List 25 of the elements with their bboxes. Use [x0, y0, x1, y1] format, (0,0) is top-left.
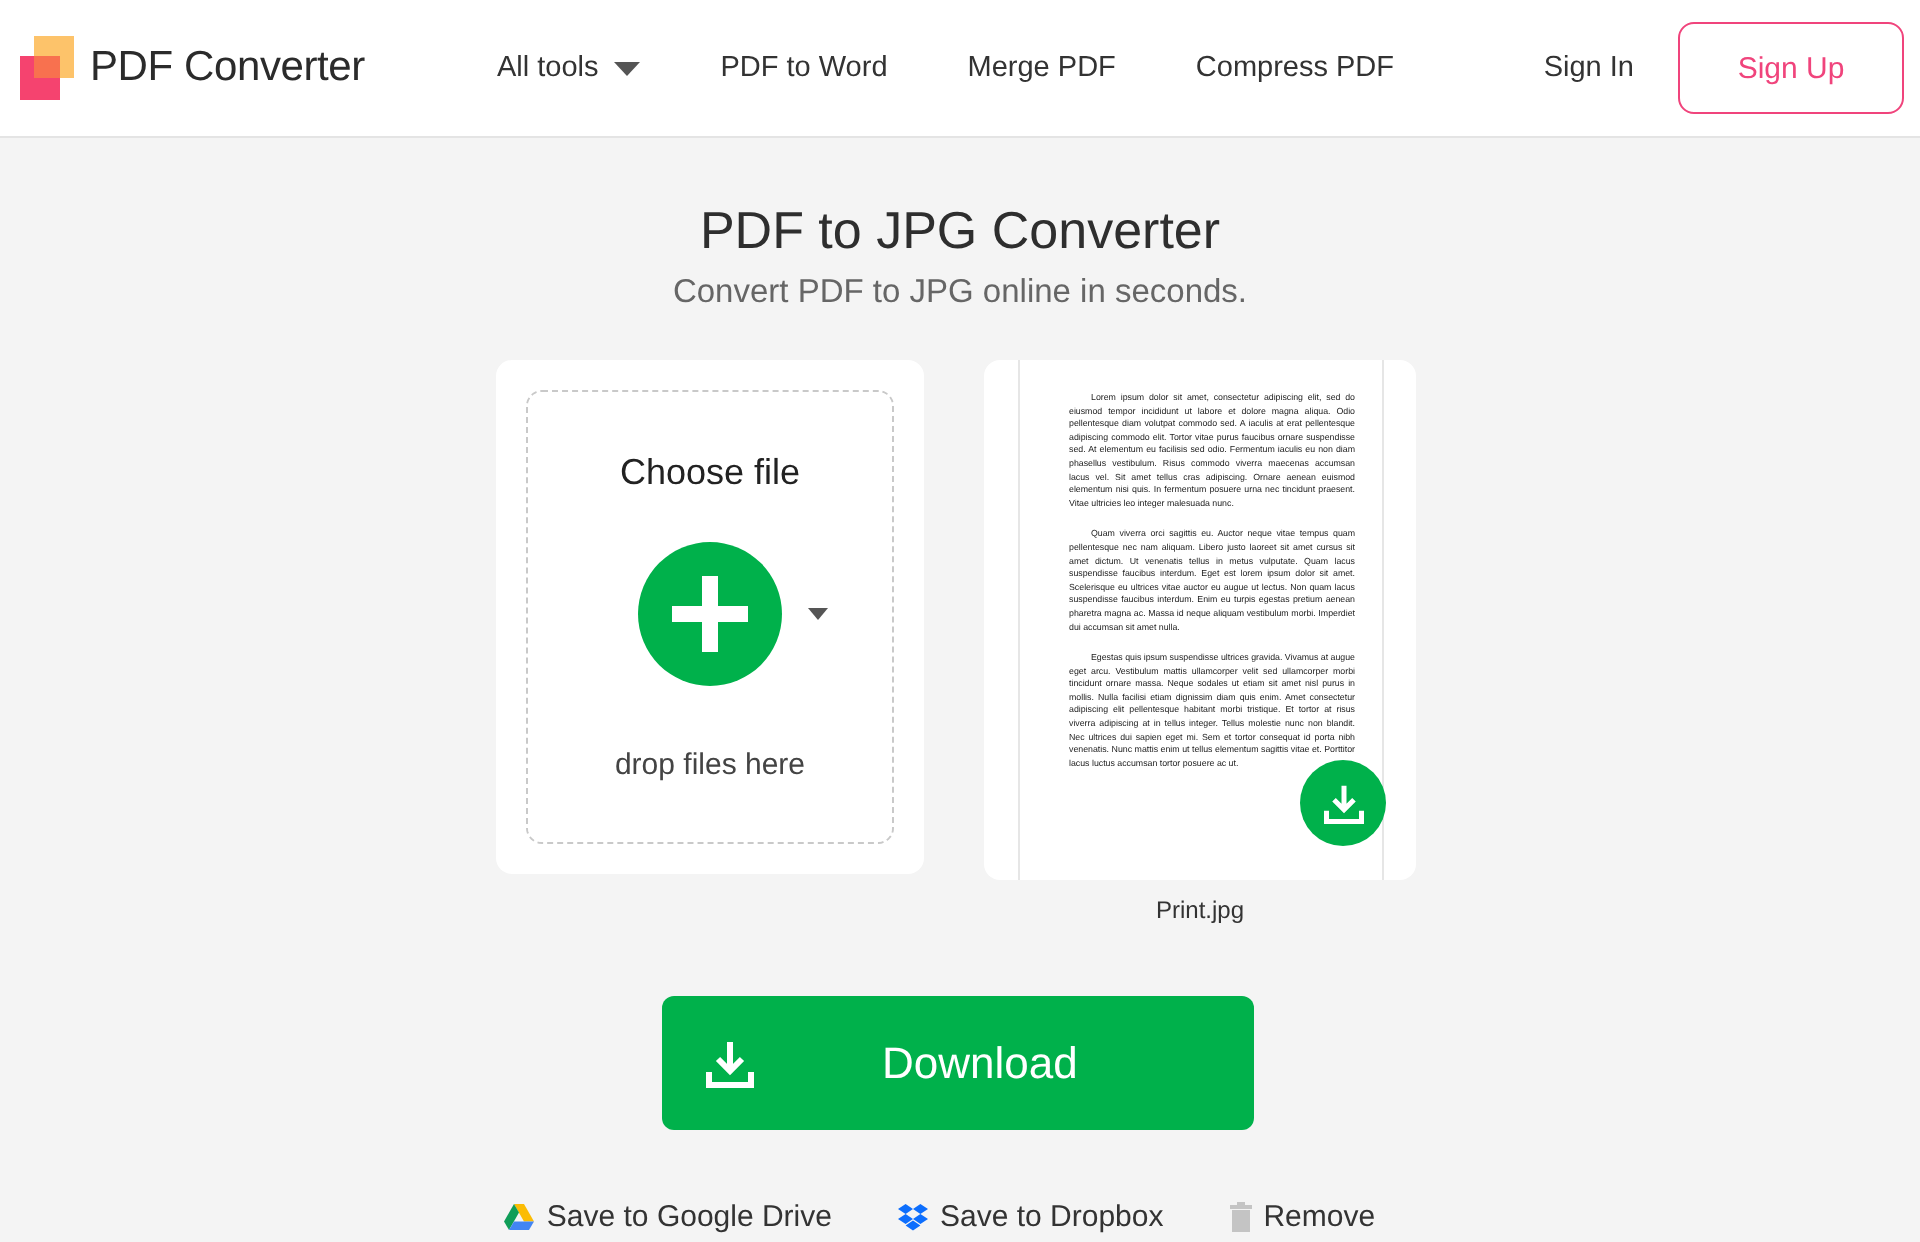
sign-in-link[interactable]: Sign In [1543, 52, 1634, 84]
drop-zone[interactable]: Choose file drop files here [526, 390, 894, 844]
nav-dropdown[interactable]: All tools [496, 52, 641, 84]
drop-hint: drop files here [614, 746, 806, 786]
remove-link[interactable]: Remove [1229, 1198, 1376, 1236]
page-subtitle: Convert PDF to JPG online in seconds. [672, 272, 1248, 314]
logo-text[interactable]: PDF Converter [90, 44, 365, 92]
nav-link[interactable]: PDF to Word [720, 52, 888, 84]
nav-link[interactable]: Merge PDF [967, 52, 1116, 84]
download-icon [706, 1039, 754, 1087]
drive-icon [504, 1204, 535, 1230]
download-icon [1323, 783, 1363, 823]
plus-icon [672, 576, 748, 652]
save-to-drive-link[interactable]: Save to Google Drive [504, 1198, 832, 1236]
nav-link[interactable]: Compress PDF [1195, 52, 1395, 84]
trash-icon [1229, 1202, 1252, 1232]
save-to-dropbox-link[interactable]: Save to Dropbox [897, 1198, 1164, 1236]
dropbox-icon [897, 1203, 928, 1231]
choose-file-label: Choose file [619, 450, 801, 494]
page-title: PDF to JPG Converter [699, 198, 1221, 262]
logo-icon [20, 36, 74, 100]
caret-icon[interactable] [808, 608, 828, 620]
sign-up-button[interactable]: Sign Up [1678, 22, 1904, 114]
caret-icon [614, 61, 641, 75]
file-name: Print.jpg [1155, 896, 1245, 924]
